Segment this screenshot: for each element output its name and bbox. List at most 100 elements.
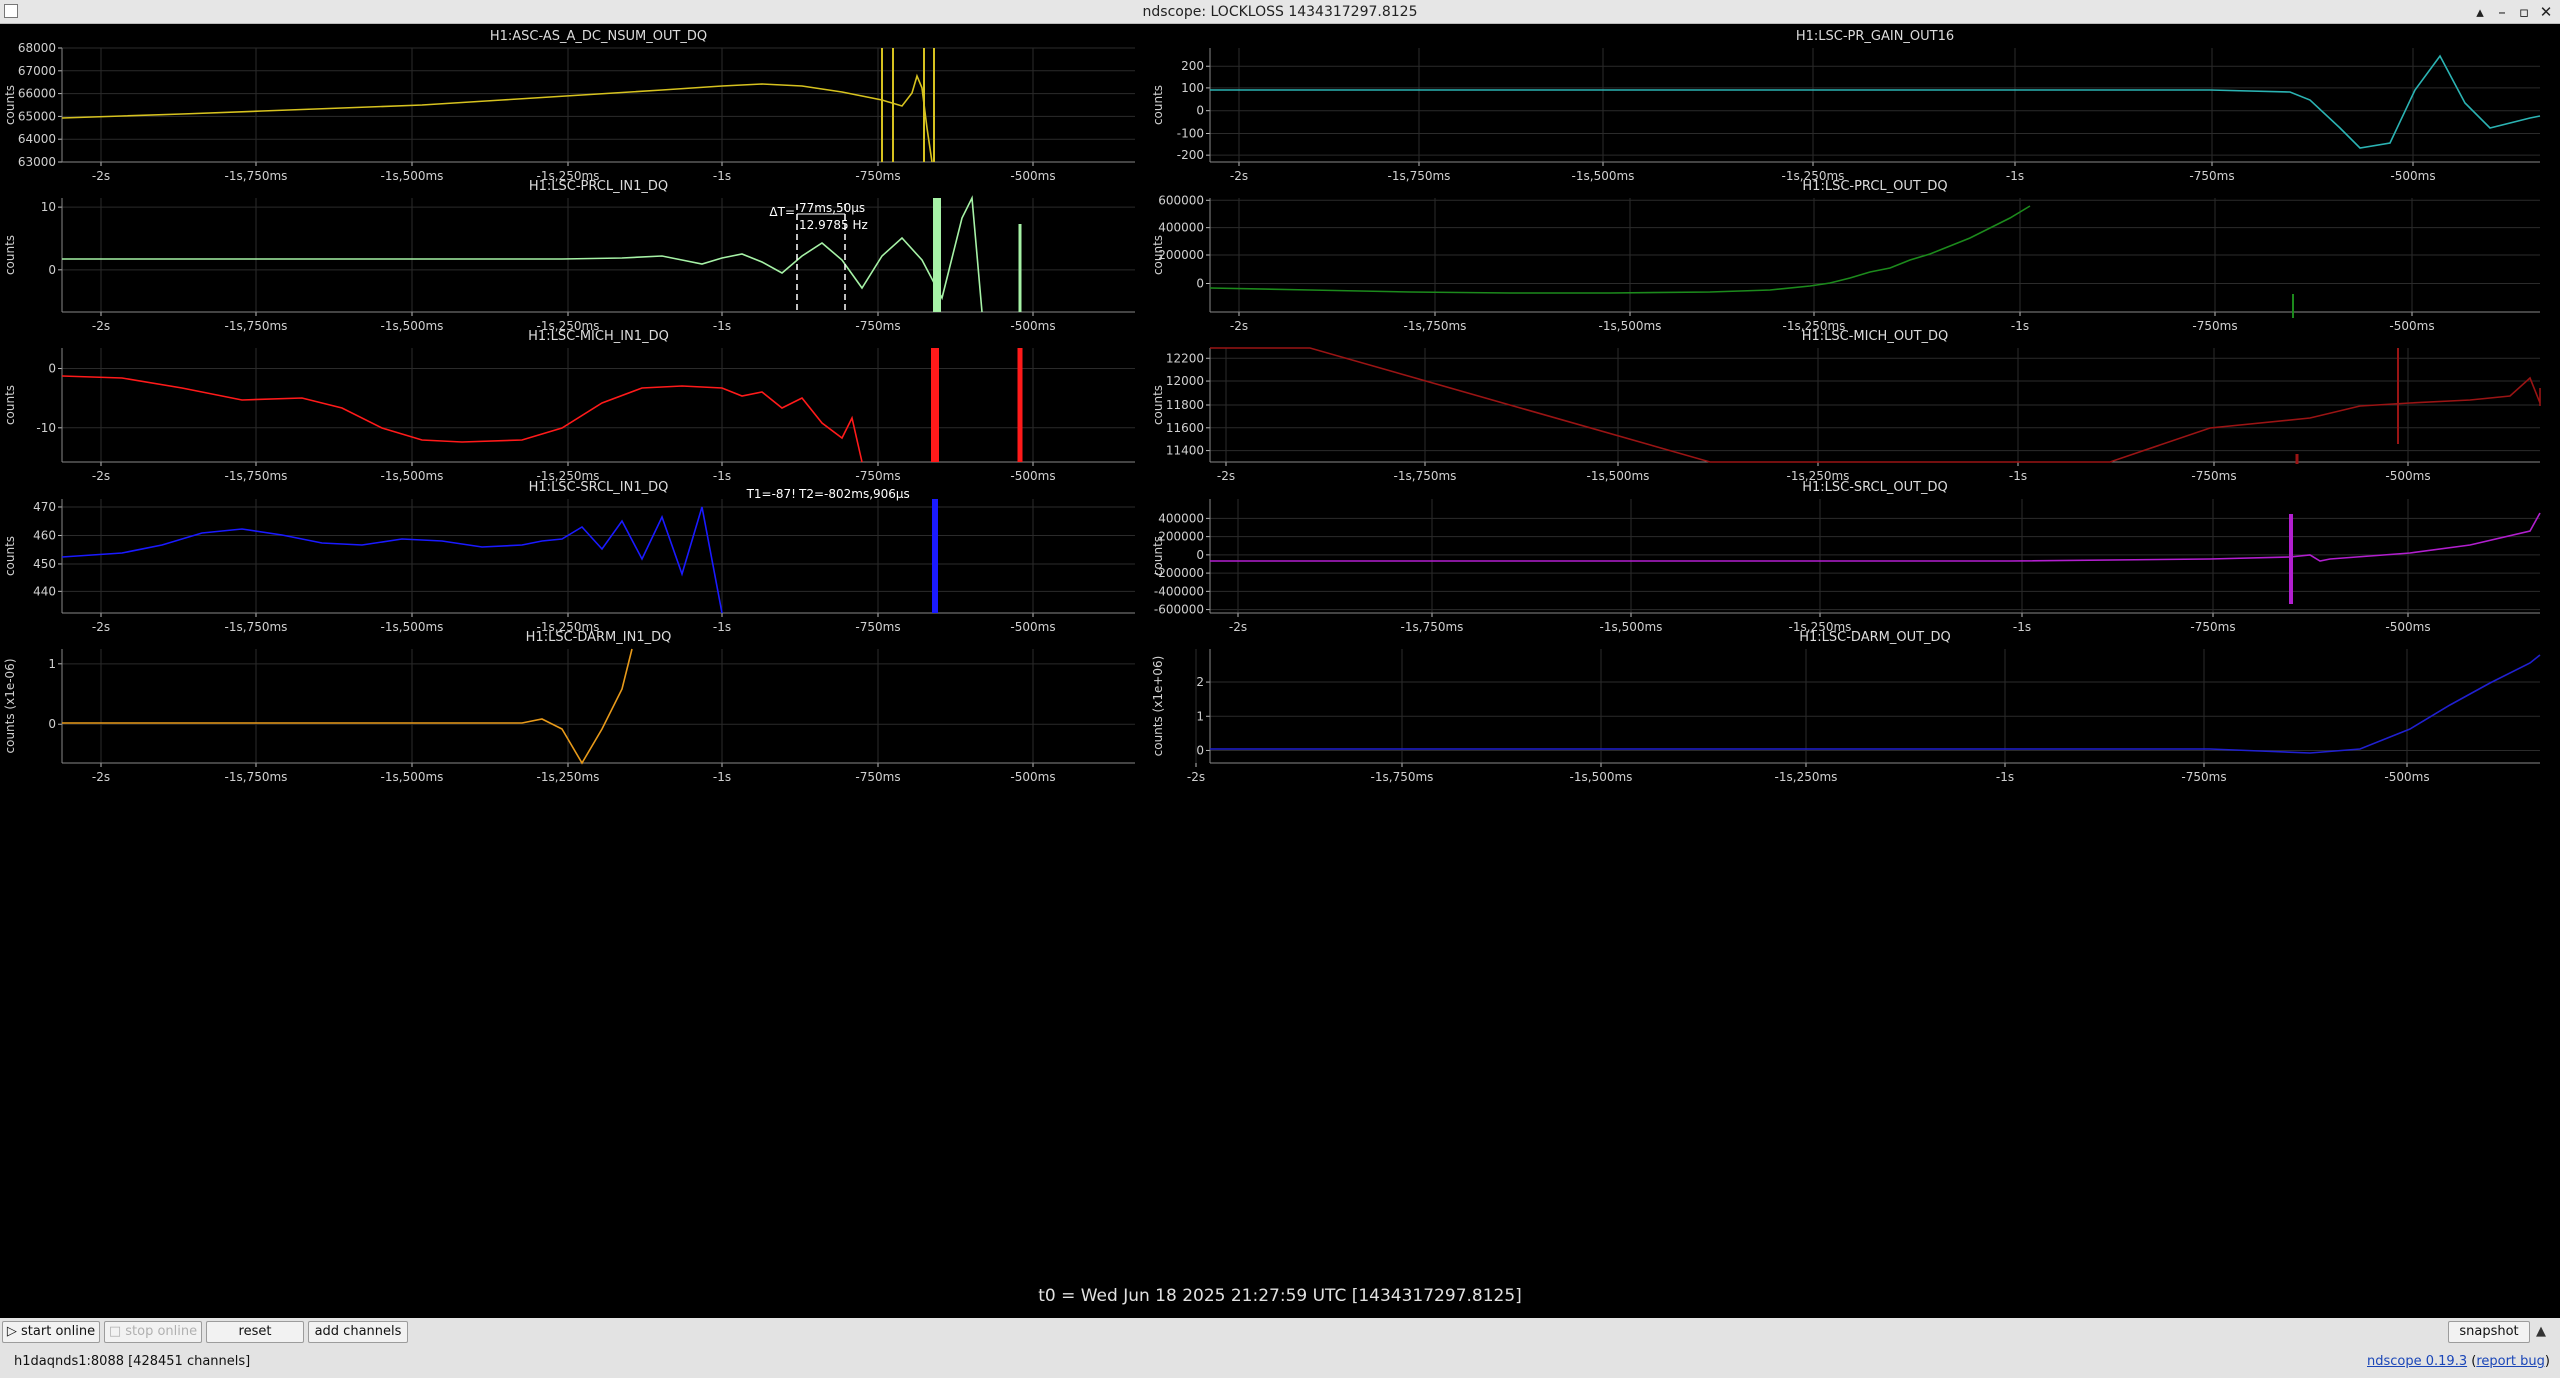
y-tick-label: 11400	[1166, 444, 1204, 458]
x-tick-label: -1s	[713, 169, 731, 183]
y-tick-label: -100	[1177, 127, 1204, 141]
x-tick-label: -500ms	[1010, 620, 1055, 634]
y-tick-label: 2	[1196, 675, 1204, 689]
x-tick-label: -2s	[1230, 319, 1248, 333]
x-tick-label: -1s,500ms	[1599, 319, 1662, 333]
snapshot-button[interactable]: snapshot	[2448, 1321, 2530, 1343]
x-tick-label: -500ms	[2390, 169, 2435, 183]
plot-h1-asc-as-a-dc-nsum-out-dq[interactable]: H1:ASC-AS_A_DC_NSUM_OUT_DQ -2s -1s,750ms -1…	[3, 29, 1135, 183]
time-cursors[interactable]: ΔT= 77ms,50μs 12.9785 Hz T1=-87! T2=-802ms,9…	[746, 201, 910, 501]
x-tick-label: -2s	[1229, 620, 1247, 634]
y-tick-label: 65000	[18, 109, 56, 123]
x-tick-label: -750ms	[2190, 620, 2235, 634]
x-tick-label: -500ms	[2385, 469, 2430, 483]
plot-h1-lsc-prcl-out-dq[interactable]: H1:LSC-PRCL_OUT_DQ -2s -1s,750ms -1s,500ms -…	[1151, 179, 2540, 333]
toolbar: ▷ start online □ stop online reset add c…	[0, 1318, 2560, 1378]
y-tick-label: 66000	[18, 87, 56, 101]
y-tick-label: 1	[48, 657, 56, 671]
y-axis-label: counts	[3, 536, 17, 576]
plot-h1-lsc-srcl-out-dq[interactable]: H1:LSC-SRCL_OUT_DQ -2s -1s,750ms -1s,500ms -…	[1151, 480, 2541, 634]
plot-title: H1:LSC-DARM_OUT_DQ	[1799, 630, 1951, 645]
stop-online-button[interactable]: □ stop online	[104, 1321, 202, 1343]
y-axis-label: counts	[1151, 235, 1165, 275]
add-channels-button[interactable]: add channels	[308, 1321, 408, 1343]
cursor-t1-label: T1=-87!	[746, 487, 796, 501]
x-tick-label: -1s	[713, 770, 731, 784]
stop-icon: □	[108, 1324, 126, 1339]
y-tick-label: 0	[48, 263, 56, 277]
plot-h1-lsc-prcl-in1-dq[interactable]: H1:LSC-PRCL_IN1_DQ -2s -1s,750ms -1s,500ms -…	[3, 179, 1135, 333]
t0-label: t0 = Wed Jun 18 2025 21:27:59 UTC [14343…	[1038, 1286, 1522, 1306]
reset-button[interactable]: reset	[206, 1321, 304, 1343]
keep-above-icon[interactable]: ▴	[2470, 2, 2490, 22]
cursor-frequency: 12.9785 Hz	[799, 218, 868, 232]
y-tick-label: 440	[33, 584, 56, 598]
plot-h1-lsc-pr-gain-out16[interactable]: H1:LSC-PR_GAIN_OUT16 -2s -1s,750ms -1s,500m…	[1151, 29, 2541, 183]
y-tick-label: 200000	[1158, 248, 1204, 262]
x-tick-label: -1s,500ms	[381, 169, 444, 183]
trace-h1-asc-as-a-dc-nsum-out-dq	[61, 73, 933, 163]
plot-title: H1:ASC-AS_A_DC_NSUM_OUT_DQ	[490, 29, 707, 44]
y-tick-label: 12200	[1166, 351, 1204, 365]
x-tick-label: -1s	[1996, 770, 2014, 784]
x-tick-label: -1s	[2009, 469, 2027, 483]
x-tick-label: -2s	[92, 469, 110, 483]
version-link[interactable]: ndscope 0.19.3	[2367, 1354, 2467, 1369]
y-tick-label: 0	[48, 717, 56, 731]
x-tick-label: -1s,500ms	[381, 770, 444, 784]
x-tick-label: -1s,750ms	[225, 169, 288, 183]
plot-title: H1:LSC-MICH_OUT_DQ	[1802, 329, 1949, 344]
expand-arrow-icon[interactable]: ▲	[2536, 1324, 2546, 1339]
y-tick-label: 0	[48, 362, 56, 376]
plot-title: H1:LSC-MICH_IN1_DQ	[528, 329, 669, 344]
plot-h1-lsc-srcl-in1-dq[interactable]: H1:LSC-SRCL_IN1_DQ -2s -1s,750ms -1s,500ms -…	[3, 480, 1135, 634]
maximize-icon[interactable]: ▫	[2514, 2, 2534, 22]
plot-h1-lsc-mich-in1-dq[interactable]: H1:LSC-MICH_IN1_DQ -2s -1s,750ms -1s,500ms -…	[3, 329, 1135, 483]
server-status: h1daqnds1:8088 [428451 channels]	[14, 1354, 251, 1369]
x-tick-label: -750ms	[855, 770, 900, 784]
plot-h1-lsc-darm-in1-dq[interactable]: H1:LSC-DARM_IN1_DQ -2s -1s,750ms -1s,500ms -…	[3, 630, 1135, 784]
x-tick-label: -1s,500ms	[1600, 620, 1663, 634]
cursor-t2-label: T2=-802ms,906μs	[798, 487, 910, 501]
plot-h1-lsc-darm-out-dq[interactable]: H1:LSC-DARM_OUT_DQ -2s -1s,750ms -1s,500ms -…	[1151, 630, 2541, 784]
x-tick-label: -1s,500ms	[381, 620, 444, 634]
x-tick-label: -1s,500ms	[381, 319, 444, 333]
plot-title: H1:LSC-SRCL_OUT_DQ	[1802, 480, 1948, 495]
y-axis-label: counts	[1151, 536, 1165, 576]
y-axis-label: counts (x1e+06)	[1151, 656, 1165, 757]
y-tick-label: -600000	[1154, 603, 1204, 617]
title-bar: ndscope: LOCKLOSS 1434317297.8125 ▴ – ▫ …	[0, 0, 2560, 24]
x-tick-label: -2s	[92, 620, 110, 634]
y-tick-label: 10	[41, 200, 56, 214]
y-tick-label: 0	[1196, 104, 1204, 118]
y-tick-label: -200	[1177, 148, 1204, 162]
play-icon: ▷	[6, 1324, 22, 1339]
x-tick-label: -750ms	[855, 469, 900, 483]
x-tick-label: -500ms	[1010, 469, 1055, 483]
x-tick-label: -1s,750ms	[225, 770, 288, 784]
x-tick-label: -750ms	[855, 319, 900, 333]
minimize-icon[interactable]: –	[2492, 2, 2512, 22]
y-tick-label: 470	[33, 500, 56, 514]
y-axis-label: counts	[3, 85, 17, 125]
x-tick-label: -1s,750ms	[1404, 319, 1467, 333]
x-tick-label: -1s,250ms	[537, 770, 600, 784]
y-axis-label: counts	[3, 385, 17, 425]
y-tick-label: 400000	[1158, 511, 1204, 525]
y-tick-label: 63000	[18, 155, 56, 169]
close-icon[interactable]: ✕	[2536, 2, 2556, 22]
x-tick-label: -1s,750ms	[225, 469, 288, 483]
report-bug-link[interactable]: report bug	[2476, 1354, 2545, 1369]
trace-h1-lsc-srcl-in1-dq	[61, 506, 723, 614]
y-axis-label: counts (x1e-06)	[3, 658, 17, 753]
plot-h1-lsc-mich-out-dq[interactable]: H1:LSC-MICH_OUT_DQ -2s -1s,750ms -1s,500ms -…	[1151, 329, 2541, 483]
y-tick-label: 1	[1196, 709, 1204, 723]
y-tick-label: 67000	[18, 64, 56, 78]
plot-grid[interactable]: H1:ASC-AS_A_DC_NSUM_OUT_DQ -2s -1s,750ms -1…	[0, 24, 2560, 1318]
start-online-button[interactable]: ▷ start online	[2, 1321, 100, 1343]
x-tick-label: -750ms	[855, 620, 900, 634]
y-tick-label: -10	[36, 421, 56, 435]
plot-title: H1:LSC-DARM_IN1_DQ	[526, 630, 672, 645]
y-tick-label: 450	[33, 557, 56, 571]
plot-title: H1:LSC-PRCL_OUT_DQ	[1802, 179, 1947, 194]
